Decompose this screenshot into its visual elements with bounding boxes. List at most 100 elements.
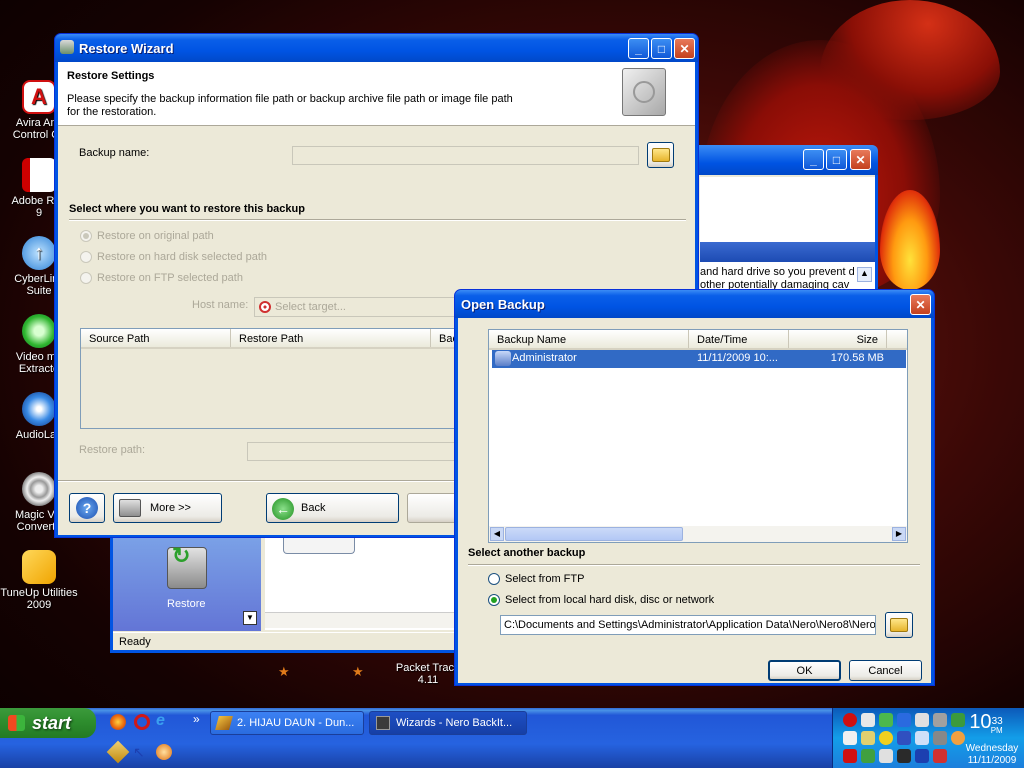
select-from-ftp-radio[interactable]: Select from FTP [488,573,584,585]
scroll-left-icon[interactable]: ◀ [490,527,504,541]
clock-hour: 10 [969,711,992,733]
backup-file-icon [495,351,511,366]
opera-icon[interactable] [134,714,150,730]
more-button-label: More >> [150,502,191,514]
restore-wizard-titlebar[interactable]: Restore Wizard [55,34,698,62]
nero-maximize-button[interactable]: □ [826,149,847,170]
nero-minimize-button[interactable]: _ [803,149,824,170]
cancel-button[interactable]: Cancel [849,660,922,681]
restore-wizard-title: Restore Wizard [79,40,174,56]
radio-indicator [80,230,92,242]
internet-explorer-icon[interactable]: e [156,712,172,730]
radio-indicator [80,251,92,263]
radio-label: Select from FTP [505,573,585,585]
quicklaunch-icon[interactable] [156,744,172,760]
wifi-tray-icon[interactable] [915,749,929,763]
usb-tray-icon[interactable] [933,731,947,745]
backup-list-hscrollbar[interactable]: ◀ ▶ [489,526,907,542]
shield-tray-icon[interactable] [897,713,911,727]
volume-tray-icon[interactable] [879,749,893,763]
audiolab-icon [22,392,56,426]
restore-wizard-close-button[interactable]: ✕ [674,38,695,59]
nero-close-button[interactable]: ✕ [850,149,871,170]
radio-indicator [488,594,500,606]
system-tray: 1033PM Wednesday 11/11/2009 [832,708,1024,768]
column-backup-name[interactable]: Backup Name [489,330,689,348]
clock-day: Wednesday [965,743,1019,754]
column-size[interactable]: Size [789,330,887,348]
open-backup-title: Open Backup [461,296,545,312]
backup-path-input[interactable] [500,615,876,635]
column-date-time[interactable]: Date/Time [689,330,789,348]
restore-ftp-path-radio[interactable]: Restore on FTP selected path [80,272,243,284]
browse-backup-button[interactable] [647,142,674,168]
network-tray-icon[interactable] [879,713,893,727]
column-source-path[interactable]: Source Path [81,329,231,347]
phone-tray-icon[interactable] [933,713,947,727]
start-button[interactable]: start [0,708,96,738]
antivirus-tray-icon[interactable] [843,749,857,763]
adobe-reader-icon [22,158,56,192]
radio-label: Restore on original path [97,230,214,242]
open-backup-close-button[interactable]: ✕ [910,294,931,315]
task-pane-scroll-down-icon[interactable]: ▼ [243,611,257,625]
avira-tray-icon[interactable] [843,713,857,727]
open-backup-titlebar[interactable]: Open Backup [455,290,934,318]
help-button[interactable]: ? [69,493,105,523]
restore-task-label[interactable]: Restore [167,598,206,610]
open-backup-dialog: Open Backup ✕ Backup Name Date/Time Size… [454,289,935,686]
smiley-tray-icon[interactable] [879,731,893,745]
quicklaunch-icon[interactable]: ↖ [133,744,149,760]
radio-label: Select from local hard disk, disc or net… [505,594,715,606]
taskbar-task-winamp[interactable]: 2. HIJAU DAUN - Dun... [210,711,364,735]
backup-list-header: Backup Name Date/Time Size [489,330,907,350]
browse-path-button[interactable] [885,612,913,638]
taskbar-task-nero[interactable]: Wizards - Nero BackIt... [369,711,527,735]
backup-list-row[interactable]: Administrator 11/11/2009 10:... 170.58 M… [492,350,906,368]
bluetooth-tray-icon[interactable] [915,713,929,727]
more-button[interactable]: More >> [113,493,222,523]
restore-hard-disk-path-radio[interactable]: Restore on hard disk selected path [80,251,267,263]
backup-list[interactable]: Backup Name Date/Time Size Administrator… [488,329,908,543]
restore-wizard-minimize-button[interactable]: _ [628,38,649,59]
windows-logo-icon [8,715,25,731]
back-button[interactable]: ← Back [266,493,399,523]
display-tray-icon[interactable] [897,731,911,745]
target-icon [259,301,271,313]
wallpaper-flame-top [820,0,1000,120]
cyberlink-icon: ↑ [22,236,56,270]
host-name-selector[interactable]: Select target... [254,297,464,317]
pen-tray-icon[interactable] [861,713,875,727]
wallpaper-star: ★ [278,664,290,679]
battery-tray-icon[interactable] [897,749,911,763]
ok-button[interactable]: OK [768,660,841,681]
column-restore-path[interactable]: Restore Path [231,329,431,347]
restore-wizard-maximize-button[interactable]: □ [651,38,672,59]
quicklaunch-more-icon[interactable]: » [193,712,200,726]
select-from-local-radio[interactable]: Select from local hard disk, disc or net… [488,594,714,606]
folder-open-icon [890,618,908,632]
safely-remove-tray-icon[interactable] [861,749,875,763]
nero-info-bar [700,242,875,262]
backup-name-input[interactable] [292,146,639,165]
scroll-thumb[interactable] [505,527,683,541]
clock[interactable]: 1033PM Wednesday 11/11/2009 [959,710,1024,766]
nero-scroll-up-icon[interactable]: ▲ [857,267,872,282]
restore-path-label: Restore path: [79,444,146,456]
path-list-header: Source Path Restore Path Bac [81,329,459,349]
alert-tray-icon[interactable] [933,749,947,763]
monitor-tray-icon[interactable] [843,731,857,745]
safe-box-icon [622,68,666,116]
host-name-placeholder: Select target... [275,301,346,313]
restore-original-path-radio[interactable]: Restore on original path [80,230,214,242]
desktop-icon-tuneup[interactable]: TuneUp Utilities 2009 [0,550,78,611]
drive-tray-icon[interactable] [861,731,875,745]
path-list[interactable]: Source Path Restore Path Bac [80,328,460,429]
restore-wizard-app-icon [60,40,74,54]
dropbox-tray-icon[interactable] [915,731,929,745]
firefox-icon[interactable] [110,714,126,730]
restore-path-input[interactable] [247,442,460,461]
radio-label: Restore on hard disk selected path [97,251,267,263]
backup-row-name: Administrator [512,352,577,364]
scroll-right-icon[interactable]: ▶ [892,527,906,541]
